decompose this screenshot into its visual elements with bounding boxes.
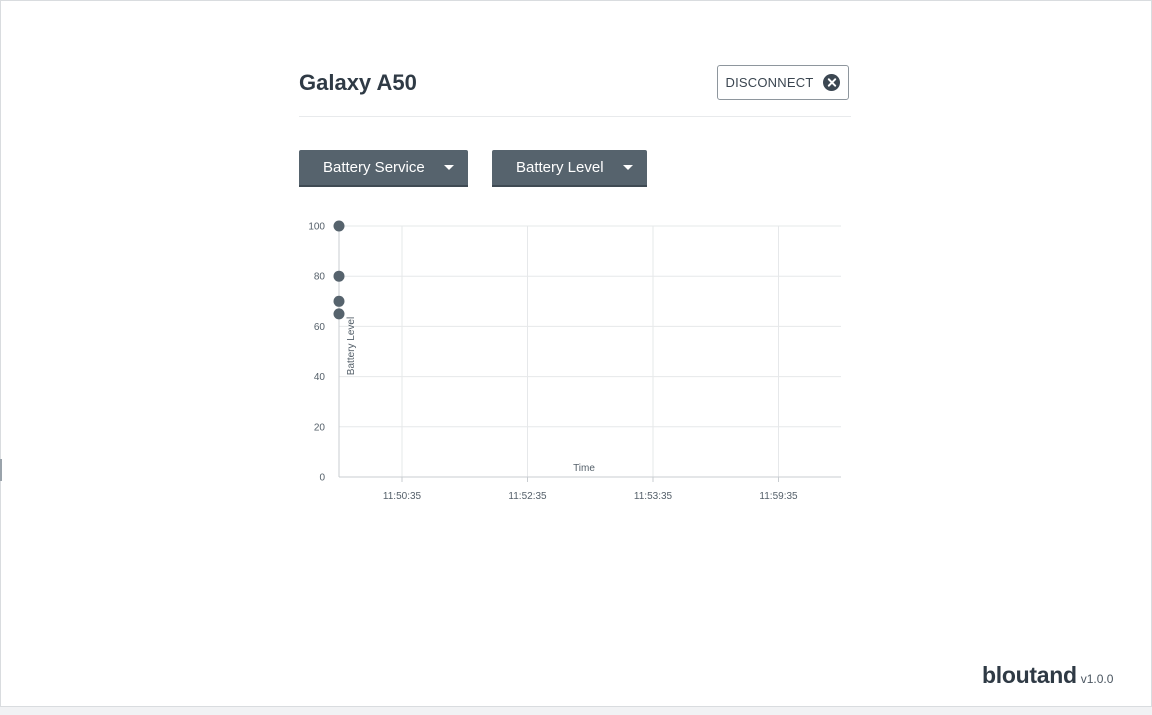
service-dropdown-label: Battery Service bbox=[323, 159, 425, 176]
data-point bbox=[333, 308, 345, 320]
x-tick-label: 11:52:35 bbox=[508, 491, 547, 502]
battery-level-chart: 0 20 40 60 80 100 11:50:35 11:52:35 11:53:35 11:5… bbox=[308, 220, 841, 502]
device-title: Galaxy A50 bbox=[299, 70, 417, 95]
left-edge-handle bbox=[0, 459, 2, 481]
caret-down-icon bbox=[444, 165, 454, 170]
brand: bloutand v1.0.0 bbox=[982, 662, 1113, 689]
characteristic-dropdown[interactable]: Battery Level bbox=[492, 150, 647, 185]
data-point bbox=[333, 220, 345, 232]
y-tick-label: 100 bbox=[308, 222, 325, 233]
y-tick-label: 40 bbox=[314, 372, 326, 383]
data-point bbox=[333, 295, 345, 307]
data-point bbox=[333, 270, 345, 282]
version-label: v1.0.0 bbox=[1080, 672, 1114, 686]
y-tick-label: 80 bbox=[314, 272, 326, 283]
close-circle-icon bbox=[823, 74, 841, 91]
disconnect-label: DISCONNECT bbox=[725, 75, 814, 90]
x-tick-label: 11:59:35 bbox=[759, 491, 798, 502]
x-tick-label: 11:50:35 bbox=[383, 491, 422, 502]
characteristic-dropdown-label: Battery Level bbox=[516, 159, 604, 176]
service-dropdown[interactable]: Battery Service bbox=[299, 150, 468, 185]
chart-axes: 0 20 40 60 80 100 11:50:35 11:52:35 11:53:35 11:5… bbox=[308, 222, 841, 502]
header-divider bbox=[299, 116, 851, 117]
disconnect-button[interactable]: DISCONNECT bbox=[717, 65, 849, 100]
x-tick-label: 11:53:35 bbox=[634, 491, 673, 502]
brand-logo: bloutand bbox=[982, 662, 1077, 688]
chart-grid bbox=[339, 225, 841, 482]
x-axis-label: Time bbox=[573, 463, 595, 474]
y-tick-label: 20 bbox=[314, 422, 326, 433]
bottom-scroll-strip bbox=[0, 707, 1152, 715]
y-tick-label: 60 bbox=[314, 322, 326, 333]
y-axis-label: Battery Level bbox=[346, 317, 357, 375]
caret-down-icon bbox=[623, 165, 633, 170]
app-window: Galaxy A50 DISCONNECT Battery Service Ba… bbox=[0, 0, 1152, 707]
y-tick-label: 0 bbox=[319, 473, 325, 484]
